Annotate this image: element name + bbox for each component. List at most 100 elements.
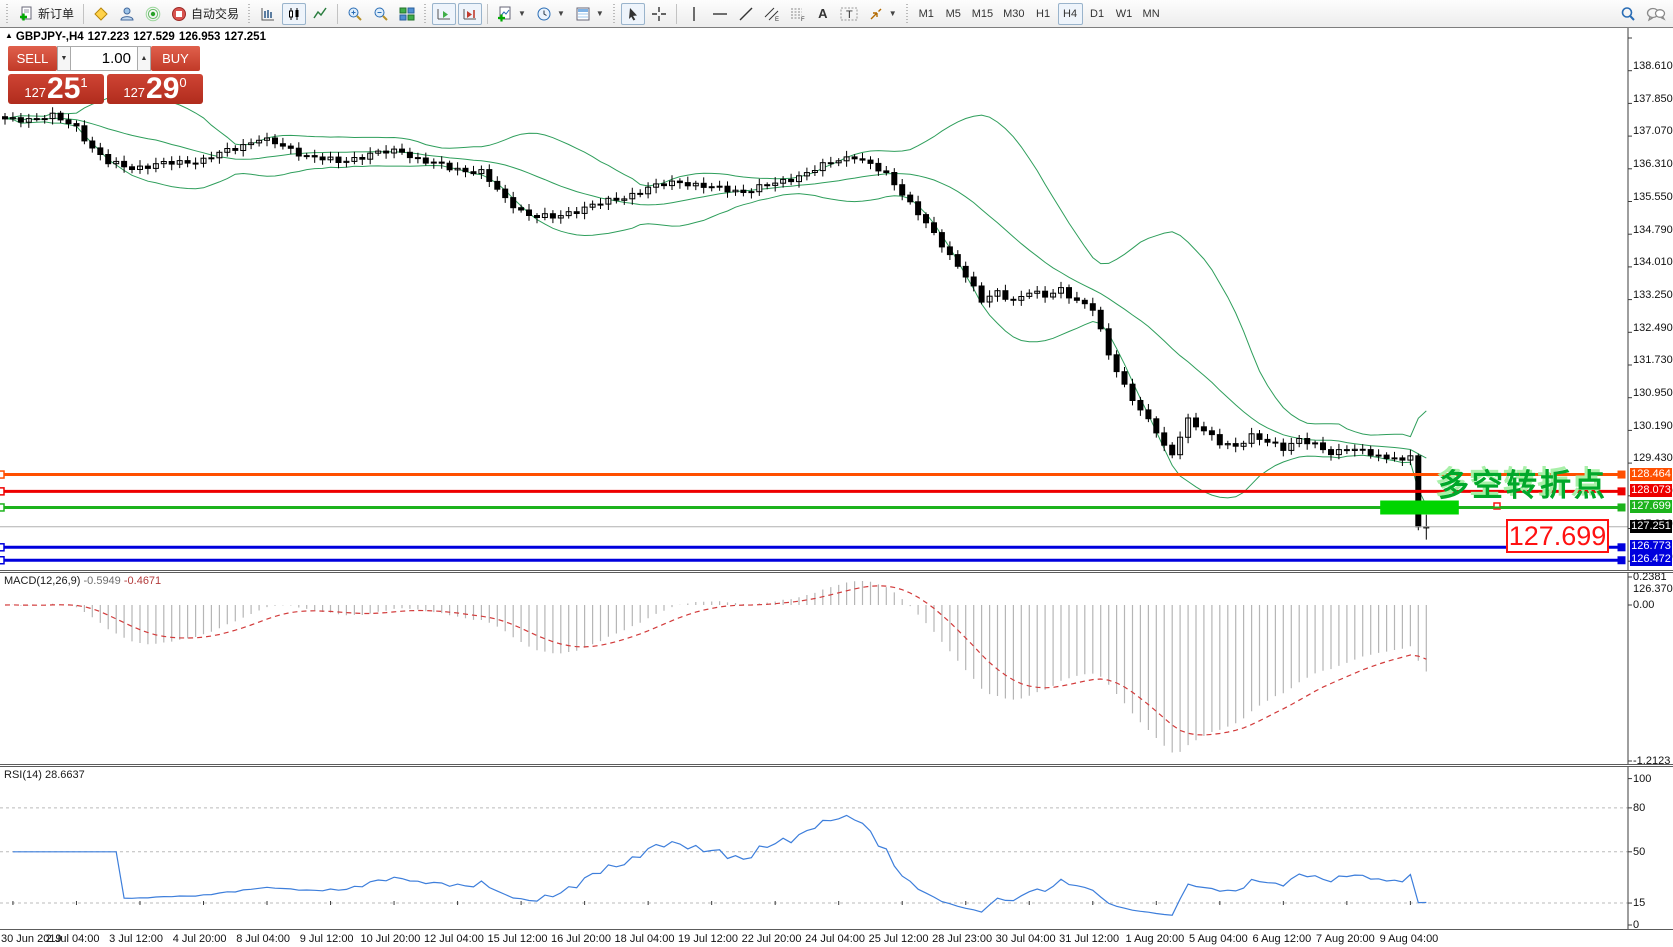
auto-scroll-button[interactable] — [432, 3, 456, 25]
arrows-icon — [868, 6, 884, 22]
indicators-button[interactable]: ▼ — [493, 3, 530, 25]
vertical-line-icon — [686, 6, 702, 22]
market-watch-button[interactable] — [89, 3, 113, 25]
svg-text:F: F — [801, 17, 805, 22]
buy-price-prefix: 127 — [123, 83, 145, 103]
tile-windows-button[interactable] — [395, 3, 419, 25]
signals-button[interactable] — [141, 3, 165, 25]
annotation-text[interactable]: 多空转折点 — [1438, 460, 1608, 505]
rsi-header: RSI(14) 28.6637 — [4, 769, 85, 781]
line-chart-button[interactable] — [308, 3, 332, 25]
timeframe-button-H1[interactable]: H1 — [1031, 3, 1056, 25]
text-button[interactable]: A — [812, 3, 834, 25]
buy-button[interactable]: BUY — [151, 46, 200, 71]
channel-button[interactable]: E — [760, 3, 784, 25]
timeframe-button-M1[interactable]: M1 — [914, 3, 939, 25]
timeframe-button-M15[interactable]: M15 — [968, 3, 997, 25]
new-order-button[interactable]: 新订单 — [14, 3, 78, 25]
accounts-button[interactable] — [115, 3, 139, 25]
text-label-icon: T — [840, 6, 858, 22]
pane-separator[interactable] — [0, 570, 1673, 573]
ohlc-close: 127.251 — [224, 31, 266, 43]
channel-icon: E — [764, 6, 780, 22]
sell-price[interactable]: 127251 — [8, 74, 104, 104]
ohlc-high: 127.529 — [133, 31, 175, 43]
volume-input[interactable] — [71, 46, 137, 71]
text-a-icon: A — [818, 6, 827, 21]
horizontal-line-button[interactable] — [708, 3, 732, 25]
chart-shift-button[interactable] — [458, 3, 482, 25]
auto-scroll-icon — [436, 6, 452, 22]
svg-text:T: T — [846, 9, 853, 21]
chart-canvas — [0, 28, 1673, 947]
trendline-icon — [738, 6, 754, 22]
tile-windows-icon — [399, 6, 415, 22]
sell-price-prefix: 127 — [24, 83, 46, 103]
symbol-info: ▲GBPJPY-,H4127.223127.529126.953127.251 — [5, 31, 270, 43]
chat-icon — [1646, 6, 1666, 22]
templates-button[interactable]: ▼ — [571, 3, 608, 25]
sell-price-big: 25 — [47, 75, 80, 103]
zoom-out-icon — [373, 6, 389, 22]
timeframe-button-MN[interactable]: MN — [1139, 3, 1164, 25]
dropdown-arrow-icon: ▼ — [557, 9, 565, 18]
search-button[interactable] — [1616, 3, 1640, 25]
toolbar-drag-handle[interactable] — [905, 4, 910, 24]
periods-button[interactable]: ▼ — [532, 3, 569, 25]
label-button[interactable]: T — [836, 3, 862, 25]
bar-chart-icon — [260, 6, 276, 22]
crosshair-icon — [651, 6, 667, 22]
sell-price-sup: 1 — [80, 76, 87, 89]
buy-price-big: 29 — [146, 75, 179, 103]
signal-icon — [145, 6, 161, 22]
bar-chart-button[interactable] — [256, 3, 280, 25]
dropdown-arrow-icon: ▼ — [596, 9, 604, 18]
volume-up-button[interactable]: ▲ — [137, 46, 151, 71]
template-icon — [575, 6, 591, 22]
dropdown-arrow-icon: ▼ — [889, 9, 897, 18]
timeframe-button-D1[interactable]: D1 — [1085, 3, 1110, 25]
collapse-arrow-icon[interactable]: ▲ — [5, 31, 13, 40]
timeframe-button-M5[interactable]: M5 — [941, 3, 966, 25]
svg-text:E: E — [775, 17, 779, 22]
horizontal-line-icon — [712, 6, 728, 22]
volume-down-button[interactable]: ▼ — [57, 46, 71, 71]
timeframe-button-M30[interactable]: M30 — [999, 3, 1028, 25]
clock-icon — [536, 6, 552, 22]
buy-price[interactable]: 127290 — [107, 74, 203, 104]
one-click-trading-panel: SELL ▼ ▲ BUY 127251 127290 — [8, 46, 206, 104]
cursor-button[interactable] — [621, 3, 645, 25]
toolbar-drag-handle[interactable] — [423, 4, 428, 24]
macd-header: MACD(12,26,9) -0.5949 -0.4671 — [4, 575, 161, 587]
trendline-button[interactable] — [734, 3, 758, 25]
toolbar-drag-handle[interactable] — [612, 4, 617, 24]
fibonacci-button[interactable]: F — [786, 3, 810, 25]
toolbar-drag-handle[interactable] — [5, 4, 10, 24]
toolbar-drag-handle[interactable] — [247, 4, 252, 24]
fibonacci-icon: F — [790, 6, 806, 22]
arrows-button[interactable]: ▼ — [864, 3, 901, 25]
vertical-line-button[interactable] — [682, 3, 706, 25]
ohlc-open: 127.223 — [88, 31, 130, 43]
chat-button[interactable] — [1642, 3, 1670, 25]
annotation-price-box[interactable]: 127.699 — [1506, 519, 1609, 553]
chart-area[interactable]: ▲GBPJPY-,H4127.223127.529126.953127.251 … — [0, 28, 1673, 947]
candlestick-button[interactable] — [282, 3, 306, 25]
zoom-in-button[interactable] — [343, 3, 367, 25]
timeframe-button-H4[interactable]: H4 — [1058, 3, 1083, 25]
autotrading-icon — [171, 6, 187, 22]
autotrading-button[interactable]: 自动交易 — [167, 3, 243, 25]
indicators-icon — [497, 6, 513, 22]
sell-button[interactable]: SELL — [8, 46, 57, 71]
search-icon — [1620, 6, 1636, 22]
cursor-icon — [625, 6, 641, 22]
main-toolbar: 新订单 自动交易 ▼ ▼ ▼ E F A T ▼ M1M5M15M30H1H4D… — [0, 0, 1673, 28]
zoom-out-button[interactable] — [369, 3, 393, 25]
new-order-icon — [18, 6, 34, 22]
pane-separator[interactable] — [0, 764, 1673, 767]
timeframe-button-W1[interactable]: W1 — [1112, 3, 1137, 25]
crosshair-button[interactable] — [647, 3, 671, 25]
line-chart-icon — [312, 6, 328, 22]
profile-icon — [119, 6, 135, 22]
dropdown-arrow-icon: ▼ — [518, 9, 526, 18]
